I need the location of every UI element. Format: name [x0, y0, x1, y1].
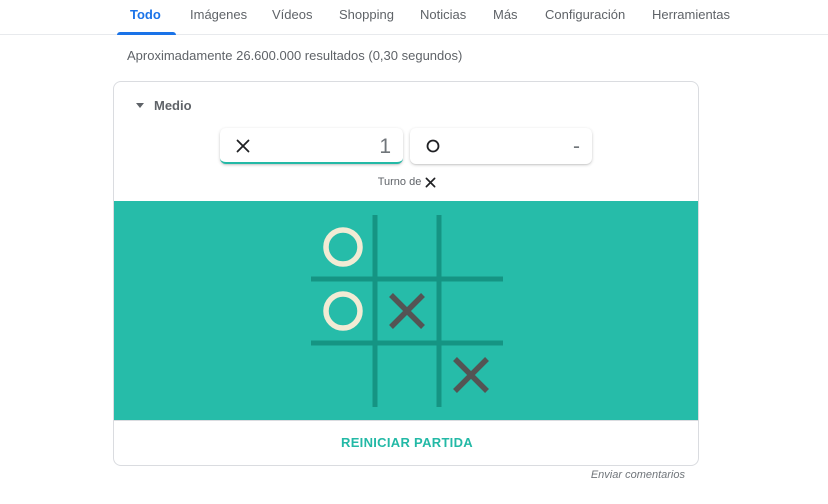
difficulty-dropdown[interactable]: Medio	[136, 98, 192, 113]
feedback-link[interactable]: Enviar comentarios	[591, 469, 685, 481]
board-cell[interactable]	[311, 279, 375, 343]
tab-configuracion[interactable]: Configuración	[545, 7, 625, 22]
board-cell[interactable]	[439, 215, 503, 279]
turn-indicator: Turno de	[114, 176, 698, 188]
board-cell[interactable]	[375, 215, 439, 279]
difficulty-label: Medio	[154, 98, 192, 113]
o-player-icon	[426, 139, 440, 153]
score-card-x: 1	[220, 128, 403, 164]
tab-herramientas[interactable]: Herramientas	[652, 7, 730, 22]
search-tabs: Todo Imágenes Vídeos Shopping Noticias M…	[0, 0, 828, 35]
tab-mas[interactable]: Más	[493, 7, 518, 22]
card-actions: REINICIAR PARTIDA	[114, 420, 698, 465]
tab-todo[interactable]: Todo	[130, 7, 161, 22]
board-cell[interactable]	[311, 343, 375, 407]
score-card-o: -	[410, 128, 592, 164]
score-o-value: -	[573, 135, 580, 158]
score-x-value: 1	[379, 135, 391, 158]
tab-videos[interactable]: Vídeos	[272, 7, 312, 22]
board-cell[interactable]	[311, 215, 375, 279]
caret-down-icon	[136, 103, 144, 108]
tab-noticias[interactable]: Noticias	[420, 7, 466, 22]
tab-imagenes[interactable]: Imágenes	[190, 7, 247, 22]
board-cell[interactable]	[375, 343, 439, 407]
game-board-area	[114, 201, 698, 420]
turn-label: Turno de	[377, 176, 422, 188]
game-board[interactable]	[311, 215, 503, 407]
board-cell[interactable]	[439, 279, 503, 343]
results-stats: Aproximadamente 26.600.000 resultados (0…	[127, 48, 463, 63]
tab-shopping[interactable]: Shopping	[339, 7, 394, 22]
x-turn-icon	[425, 177, 436, 187]
tic-tac-toe-card: Medio 1 - Turno de REINICIAR PARTIDA	[113, 81, 699, 466]
reset-game-button[interactable]: REINICIAR PARTIDA	[114, 435, 698, 450]
active-tab-indicator	[117, 32, 176, 35]
x-player-icon	[236, 139, 250, 153]
